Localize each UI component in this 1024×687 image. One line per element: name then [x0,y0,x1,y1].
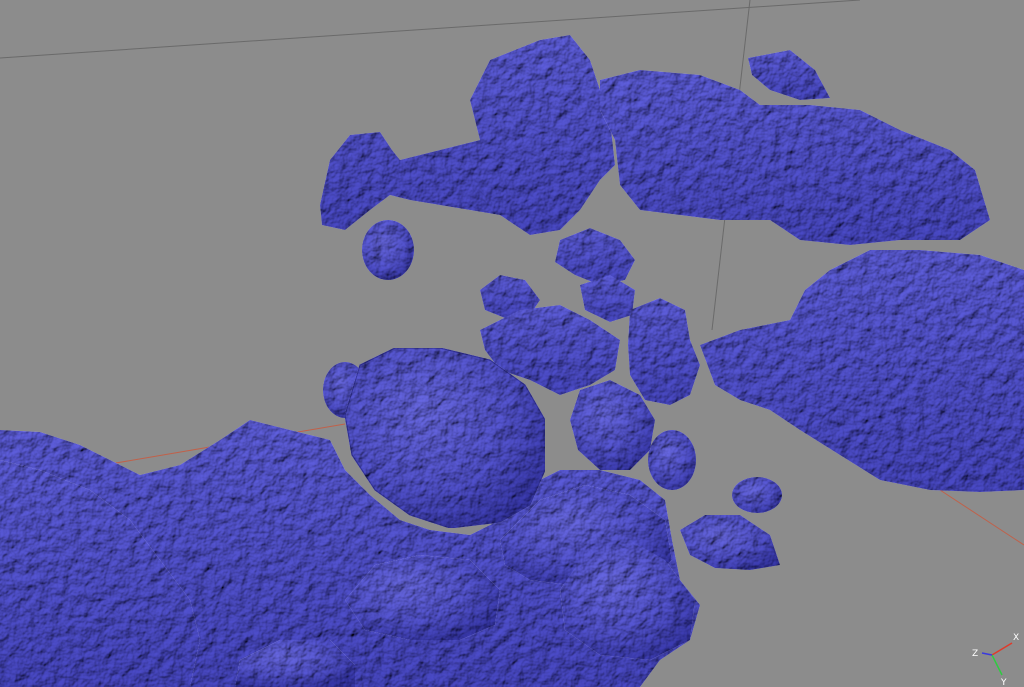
y-axis-label: Y [1000,678,1007,687]
x-axis-line [991,642,1013,656]
orientation-axes-widget: X Y Z [954,617,1024,687]
z-axis-label: Z [972,649,978,659]
3d-viewport[interactable]: X Y Z [0,0,1024,687]
mesh-fragment-upper-right [600,50,990,245]
z-axis-line [981,652,993,656]
point-cloud-mesh-scene [0,0,1024,687]
x-axis-label: X [1013,633,1019,643]
y-axis-line [991,654,1003,676]
mesh-fragment-right-slab [700,250,1024,492]
axes-gizmo: X Y Z [972,633,1019,687]
